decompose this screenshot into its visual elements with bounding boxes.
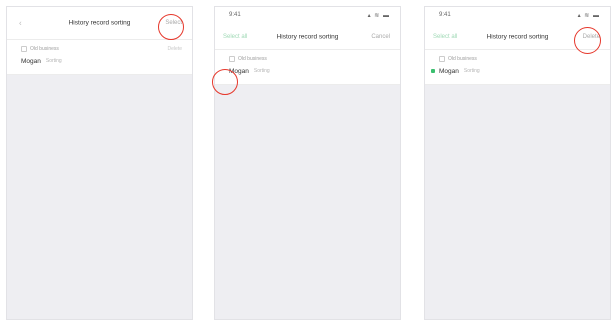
section-header: Old business xyxy=(7,44,192,54)
screen-2: 9:41 ▴ ≋ ▬ Select all History record sor… xyxy=(214,6,401,320)
status-time: 9:41 xyxy=(229,12,241,18)
item-value: Sorting xyxy=(45,58,62,64)
history-section: Old business Mogan Sorting xyxy=(425,50,610,85)
list-item[interactable]: Mogan Sorting xyxy=(215,64,400,78)
list-item[interactable]: Mogan Sorting Delete xyxy=(7,46,192,68)
section-header: Old business xyxy=(425,54,610,64)
nav-bar: Select all History record sorting Cancel xyxy=(215,25,400,50)
selected-check-icon[interactable] xyxy=(431,69,435,73)
delete-button[interactable]: Delete xyxy=(583,34,600,40)
checkbox-icon[interactable] xyxy=(439,56,445,62)
select-button[interactable]: Select xyxy=(165,20,182,26)
section-header: Old business xyxy=(215,54,400,64)
history-section: Old business Mogan Sorting xyxy=(215,50,400,85)
item-value: Sorting xyxy=(463,68,480,74)
item-name: Mogan xyxy=(439,67,459,75)
status-bar: 9:41 ▴ ≋ ▬ xyxy=(425,7,610,25)
status-icons: ▴ ≋ ▬ xyxy=(577,13,600,19)
item-name: Mogan xyxy=(21,57,41,65)
cancel-button[interactable]: Cancel xyxy=(371,34,390,40)
status-time: 9:41 xyxy=(439,12,451,18)
item-value: Sorting xyxy=(253,68,270,74)
checkbox-icon[interactable] xyxy=(229,56,235,62)
section-header-label: Old business xyxy=(30,46,59,52)
history-section: Old business Mogan Sorting Delete xyxy=(7,40,192,75)
section-header-label: Old business xyxy=(448,56,477,62)
page-title: History record sorting xyxy=(68,19,131,27)
checkbox-icon[interactable] xyxy=(21,46,27,52)
item-action[interactable]: Delete xyxy=(168,46,182,52)
nav-bar: ‹ History record sorting Select xyxy=(7,7,192,40)
status-icons: ▴ ≋ ▬ xyxy=(367,13,390,19)
nav-bar: Select all History record sorting Delete xyxy=(425,25,610,50)
status-bar: 9:41 ▴ ≋ ▬ xyxy=(215,7,400,25)
list-item[interactable]: Mogan Sorting xyxy=(425,64,610,78)
section-header-label: Old business xyxy=(238,56,267,62)
screen-3: 9:41 ▴ ≋ ▬ Select all History record sor… xyxy=(424,6,611,320)
screen-1: ‹ History record sorting Select Old busi… xyxy=(6,6,193,320)
item-name: Mogan xyxy=(229,67,249,75)
